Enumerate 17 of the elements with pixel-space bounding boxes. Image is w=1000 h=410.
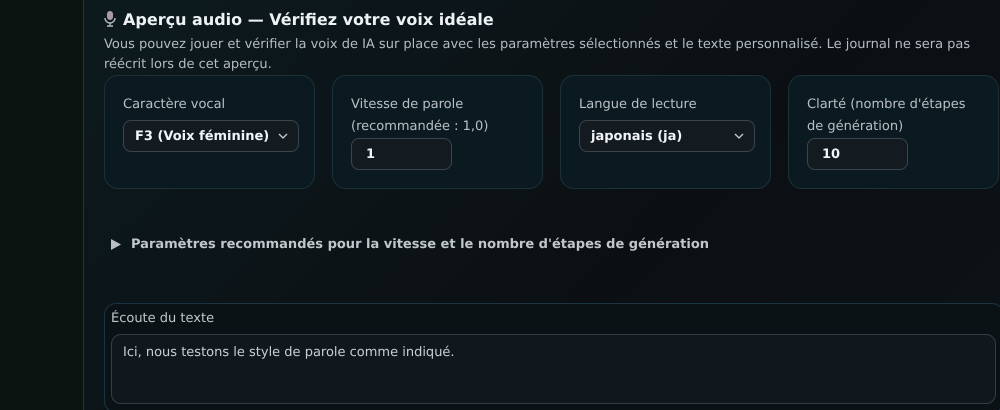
field-label: Caractère vocal: [123, 96, 226, 114]
field-label: Langue de lecture: [579, 96, 698, 114]
text-area[interactable]: Ici, nous testons le style de parole comme indiqué.: [111, 334, 996, 404]
dropdown[interactable]: F3 (Voix féminine): [123, 120, 299, 152]
section-title: Aperçu audio — Vérifiez votre voix idéale: [123, 10, 494, 28]
caret-icon: [734, 133, 744, 139]
field-label: Vitesse de parole (recommandée : 1,0): [351, 96, 490, 136]
field-label: Écoute du texte: [111, 310, 216, 328]
disclosure-toggle[interactable]: Paramètres recommandés pour la vitesse et le nombre d'étapes de génération: [111, 237, 710, 252]
section-description: Vous pouvez jouer et vérifier la voix de IA sur place avec les paramètres sélectionnés et le texte personnalisé. Le journal ne sera pas réécrit lors de cet aperçu.: [104, 36, 972, 74]
microphone-icon: [104, 11, 116, 27]
caret-icon: [278, 133, 288, 139]
number-field[interactable]: 1: [351, 138, 452, 170]
number-field[interactable]: 10: [807, 138, 908, 170]
field-label: Clarté (nombre d'étapes de génération): [807, 96, 967, 136]
dropdown[interactable]: japonais (ja): [579, 120, 755, 152]
triangle-icon: [111, 239, 121, 250]
